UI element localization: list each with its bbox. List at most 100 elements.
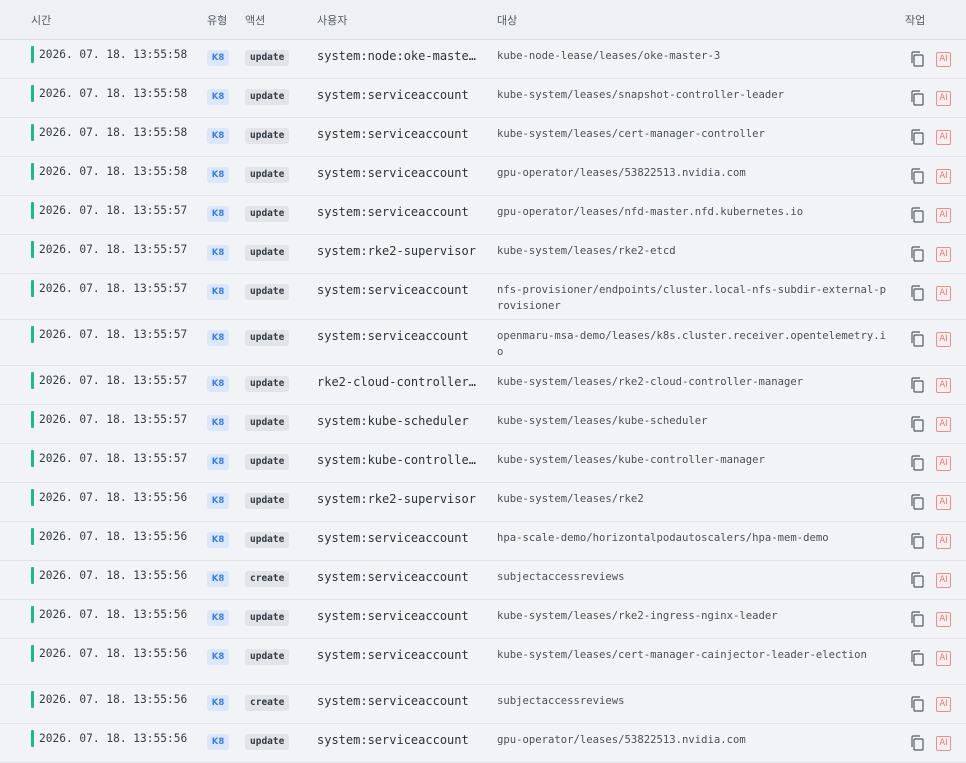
table-row[interactable]: 2026. 07. 18. 13:55:57 K8 update system:kub… bbox=[0, 444, 966, 483]
table-header: 시간 유형 액션 사용자 대상 작업 bbox=[0, 0, 966, 40]
row-target: kube-system/leases/rke2-ingress-nginx-le… bbox=[497, 610, 778, 622]
ai-icon[interactable]: AI bbox=[936, 534, 951, 549]
ai-icon[interactable]: AI bbox=[936, 697, 951, 712]
row-time: 2026. 07. 18. 13:55:57 bbox=[39, 204, 188, 217]
row-user: system:serviceaccount bbox=[317, 531, 469, 545]
table-body: 2026. 07. 18. 13:55:58 K8 update system:nod… bbox=[0, 40, 966, 763]
row-target: kube-system/leases/rke2 bbox=[497, 493, 644, 505]
table-row[interactable]: 2026. 07. 18. 13:55:58 K8 update system:nod… bbox=[0, 40, 966, 79]
type-badge: K8 bbox=[207, 454, 229, 470]
status-indicator bbox=[31, 241, 34, 258]
row-user: system:kube-controller-manager bbox=[317, 453, 483, 467]
row-time: 2026. 07. 18. 13:55:56 bbox=[39, 569, 188, 582]
row-target: kube-system/leases/cert-manager-controll… bbox=[497, 128, 765, 140]
ai-icon[interactable]: AI bbox=[936, 208, 951, 223]
table-row[interactable]: 2026. 07. 18. 13:55:56 K8 update system:ser… bbox=[0, 522, 966, 561]
copy-icon[interactable] bbox=[910, 611, 924, 627]
ai-icon[interactable]: AI bbox=[936, 736, 951, 751]
ai-icon[interactable]: AI bbox=[936, 169, 951, 184]
row-target: hpa-scale-demo/horizontalpodautoscalers/… bbox=[497, 532, 829, 544]
table-row[interactable]: 2026. 07. 18. 13:55:57 K8 update system:ser… bbox=[0, 274, 966, 320]
row-user: system:rke2-supervisor bbox=[317, 492, 476, 506]
header-target[interactable]: 대상 bbox=[497, 12, 517, 28]
header-user[interactable]: 사용자 bbox=[317, 12, 347, 28]
ai-icon[interactable]: AI bbox=[936, 651, 951, 666]
copy-icon[interactable] bbox=[910, 285, 924, 301]
table-row[interactable]: 2026. 07. 18. 13:55:57 K8 update system:kub… bbox=[0, 405, 966, 444]
ai-icon[interactable]: AI bbox=[936, 612, 951, 627]
row-user: system:node:oke-master-3 bbox=[317, 49, 483, 63]
table-row[interactable]: 2026. 07. 18. 13:55:57 K8 update system:ser… bbox=[0, 196, 966, 235]
table-row[interactable]: 2026. 07. 18. 13:55:56 K8 update system:ser… bbox=[0, 600, 966, 639]
copy-icon[interactable] bbox=[910, 129, 924, 145]
type-badge: K8 bbox=[207, 571, 229, 587]
table-row[interactable]: 2026. 07. 18. 13:55:56 K8 update system:rke… bbox=[0, 483, 966, 522]
ai-icon[interactable]: AI bbox=[936, 417, 951, 432]
table-row[interactable]: 2026. 07. 18. 13:55:57 K8 update rke2-cloud… bbox=[0, 366, 966, 405]
table-row[interactable]: 2026. 07. 18. 13:55:58 K8 update system:ser… bbox=[0, 157, 966, 196]
copy-icon[interactable] bbox=[910, 455, 924, 471]
status-indicator bbox=[31, 528, 34, 545]
ai-icon[interactable]: AI bbox=[936, 332, 951, 347]
header-type[interactable]: 유형 bbox=[207, 12, 227, 28]
copy-icon[interactable] bbox=[910, 90, 924, 106]
action-badge: update bbox=[245, 493, 290, 509]
action-badge: update bbox=[245, 532, 290, 548]
copy-icon[interactable] bbox=[910, 331, 924, 347]
ai-icon[interactable]: AI bbox=[936, 495, 951, 510]
row-time: 2026. 07. 18. 13:55:58 bbox=[39, 48, 188, 61]
copy-icon[interactable] bbox=[910, 168, 924, 184]
table-row[interactable]: 2026. 07. 18. 13:55:56 K8 create system:ser… bbox=[0, 685, 966, 724]
ai-icon[interactable]: AI bbox=[936, 573, 951, 588]
status-indicator bbox=[31, 645, 34, 662]
table-row[interactable]: 2026. 07. 18. 13:55:58 K8 update system:ser… bbox=[0, 79, 966, 118]
action-badge: update bbox=[245, 376, 290, 392]
table-row[interactable]: 2026. 07. 18. 13:55:56 K8 update system:ser… bbox=[0, 724, 966, 763]
copy-icon[interactable] bbox=[910, 207, 924, 223]
action-badge: update bbox=[245, 50, 290, 66]
copy-icon[interactable] bbox=[910, 246, 924, 262]
status-indicator bbox=[31, 567, 34, 584]
copy-icon[interactable] bbox=[910, 572, 924, 588]
copy-icon[interactable] bbox=[910, 735, 924, 751]
copy-icon[interactable] bbox=[910, 51, 924, 67]
type-badge: K8 bbox=[207, 128, 229, 144]
copy-icon[interactable] bbox=[910, 650, 924, 666]
ai-icon[interactable]: AI bbox=[936, 286, 951, 301]
row-time: 2026. 07. 18. 13:55:56 bbox=[39, 608, 188, 621]
ai-icon[interactable]: AI bbox=[936, 130, 951, 145]
type-badge: K8 bbox=[207, 167, 229, 183]
copy-icon[interactable] bbox=[910, 416, 924, 432]
header-time[interactable]: 시간 bbox=[31, 12, 51, 28]
type-badge: K8 bbox=[207, 376, 229, 392]
row-target: kube-system/leases/cert-manager-cainject… bbox=[497, 649, 867, 661]
ai-icon[interactable]: AI bbox=[936, 378, 951, 393]
ai-icon[interactable]: AI bbox=[936, 456, 951, 471]
ai-icon[interactable]: AI bbox=[936, 52, 951, 67]
type-badge: K8 bbox=[207, 649, 229, 665]
copy-icon[interactable] bbox=[910, 696, 924, 712]
row-target: kube-system/leases/snapshot-controller-l… bbox=[497, 89, 785, 101]
audit-log-table: 시간 유형 액션 사용자 대상 작업 2026. 07. 18. 13:55:5… bbox=[0, 0, 966, 763]
action-badge: update bbox=[245, 415, 290, 431]
type-badge: K8 bbox=[207, 610, 229, 626]
table-row[interactable]: 2026. 07. 18. 13:55:57 K8 update system:rke… bbox=[0, 235, 966, 274]
copy-icon[interactable] bbox=[910, 377, 924, 393]
action-badge: update bbox=[245, 128, 290, 144]
header-action[interactable]: 액션 bbox=[245, 12, 265, 28]
type-badge: K8 bbox=[207, 206, 229, 222]
row-target: kube-system/leases/kube-scheduler bbox=[497, 415, 708, 427]
copy-icon[interactable] bbox=[910, 533, 924, 549]
type-badge: K8 bbox=[207, 415, 229, 431]
row-time: 2026. 07. 18. 13:55:56 bbox=[39, 732, 188, 745]
type-badge: K8 bbox=[207, 695, 229, 711]
copy-icon[interactable] bbox=[910, 494, 924, 510]
ai-icon[interactable]: AI bbox=[936, 91, 951, 106]
table-row[interactable]: 2026. 07. 18. 13:55:56 K8 create system:ser… bbox=[0, 561, 966, 600]
status-indicator bbox=[31, 372, 34, 389]
ai-icon[interactable]: AI bbox=[936, 247, 951, 262]
table-row[interactable]: 2026. 07. 18. 13:55:57 K8 update system:ser… bbox=[0, 320, 966, 366]
status-indicator bbox=[31, 691, 34, 708]
table-row[interactable]: 2026. 07. 18. 13:55:58 K8 update system:ser… bbox=[0, 118, 966, 157]
table-row[interactable]: 2026. 07. 18. 13:55:56 K8 update system:ser… bbox=[0, 639, 966, 685]
